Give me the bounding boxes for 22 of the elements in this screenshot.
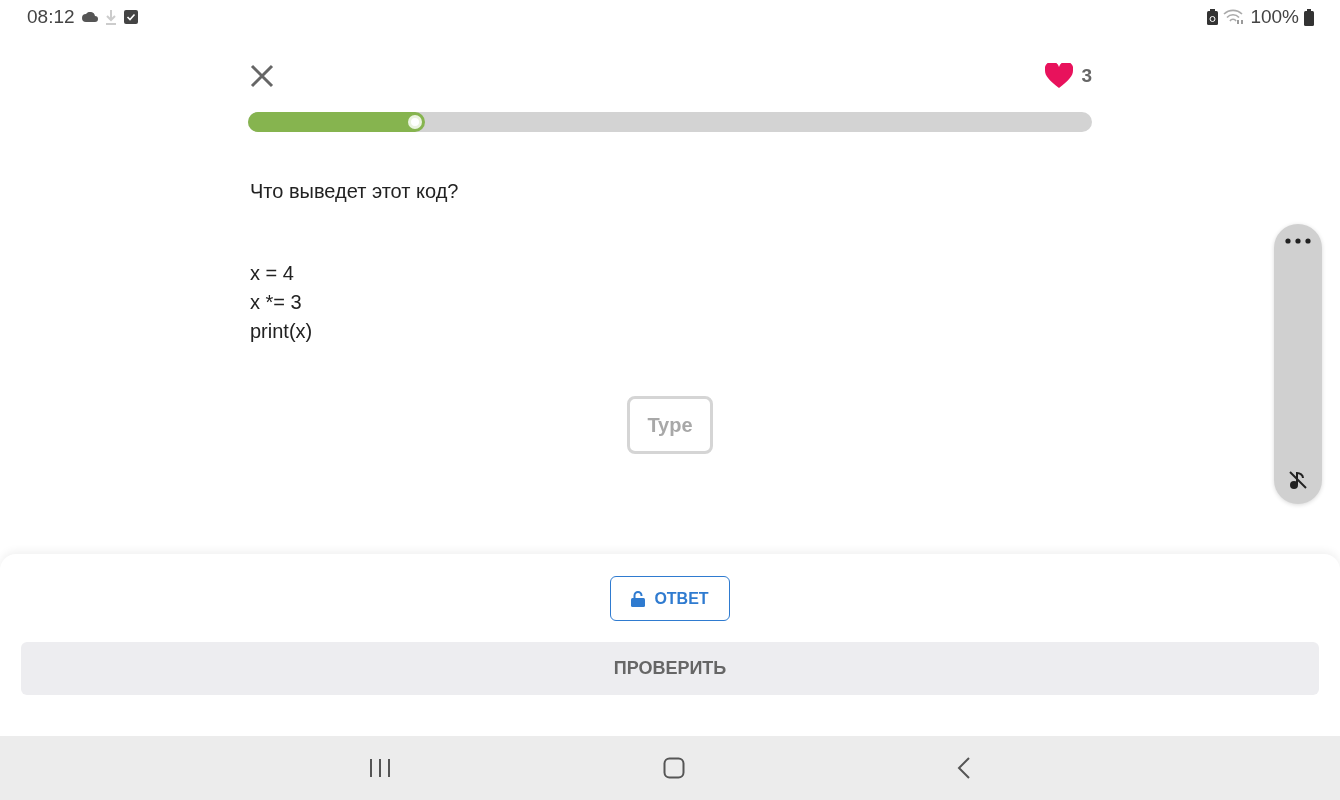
code-line: x *= 3: [250, 290, 303, 314]
cloud-icon: [81, 12, 98, 22]
heart-icon: [1045, 63, 1074, 89]
code-line: x = 4: [250, 261, 295, 285]
close-button[interactable]: [250, 64, 274, 88]
battery-saver-icon: [1207, 9, 1219, 25]
code-line: print(x): [250, 319, 314, 343]
checkbox-icon: [123, 10, 138, 24]
question-text: Что выведет этот код?: [250, 180, 460, 203]
back-icon[interactable]: [957, 757, 971, 779]
answer-button[interactable]: ОТВЕТ: [610, 576, 730, 621]
lives-count: 3: [1081, 65, 1092, 87]
unlocked-lock-icon: [631, 590, 646, 607]
recent-apps-icon[interactable]: [369, 758, 391, 778]
battery-icon: [1304, 8, 1314, 26]
answer-field[interactable]: Type: [627, 396, 713, 454]
home-icon[interactable]: [663, 757, 685, 779]
status-time: 08:12: [27, 6, 75, 28]
download-icon: [104, 9, 117, 25]
more-icon: [1285, 238, 1311, 244]
wifi-icon: [1223, 9, 1246, 25]
battery-percentage: 100%: [1250, 6, 1299, 28]
